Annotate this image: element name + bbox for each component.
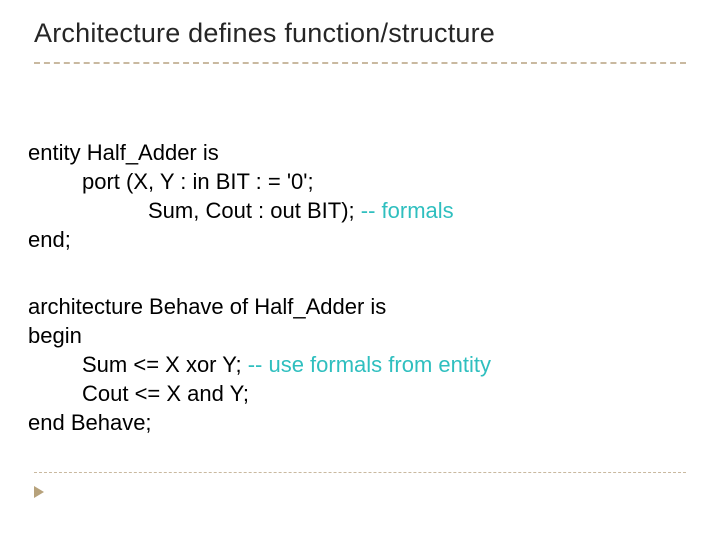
arrow-right-icon — [34, 486, 44, 498]
code-comment: -- formals — [361, 198, 454, 223]
code-text: Cout <= X and Y; — [82, 381, 249, 406]
code-line: architecture Behave of Half_Adder is — [28, 292, 688, 321]
code-line: port (X, Y : in BIT : = '0'; — [28, 167, 688, 196]
code-text: Sum <= X xor Y; — [82, 352, 248, 377]
code-line: end; — [28, 225, 688, 254]
code-text: Sum, Cout : out BIT); — [148, 198, 361, 223]
code-line: entity Half_Adder is — [28, 138, 688, 167]
divider-top — [34, 62, 686, 64]
code-architecture-block: architecture Behave of Half_Adder is beg… — [28, 292, 688, 437]
code-comment: -- use formals from entity — [248, 352, 491, 377]
code-line: Sum, Cout : out BIT); -- formals — [28, 196, 688, 225]
code-line: end Behave; — [28, 408, 688, 437]
slide: Architecture defines function/structure … — [0, 0, 720, 540]
code-line: begin — [28, 321, 688, 350]
code-text: port (X, Y : in BIT : = '0'; — [82, 169, 314, 194]
code-entity-block: entity Half_Adder is port (X, Y : in BIT… — [28, 138, 688, 254]
page-title: Architecture defines function/structure — [34, 18, 495, 49]
code-line: Cout <= X and Y; — [28, 379, 688, 408]
code-line: Sum <= X xor Y; -- use formals from enti… — [28, 350, 688, 379]
divider-bottom — [34, 472, 686, 473]
